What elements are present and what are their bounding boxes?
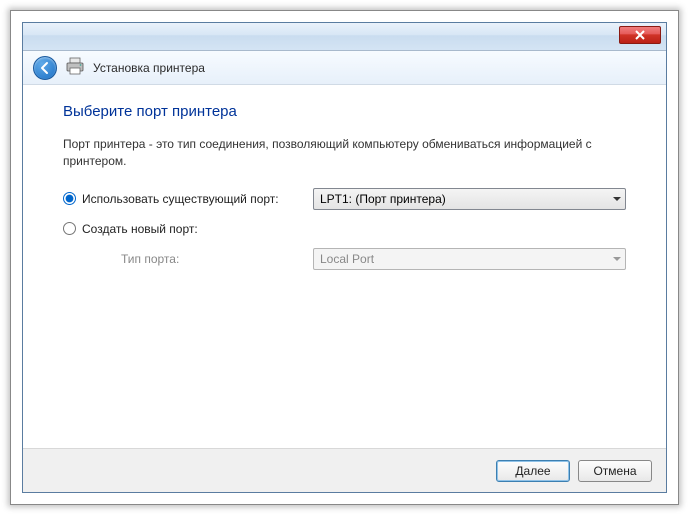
back-arrow-icon [38,61,52,75]
close-button[interactable] [619,26,661,44]
back-button[interactable] [33,56,57,80]
header-title: Установка принтера [93,61,205,75]
port-type-value: Local Port [320,252,613,266]
cancel-button[interactable]: Отмена [578,460,652,482]
radio-create-new-label: Создать новый порт: [82,222,198,236]
wizard-window: Установка принтера Выберите порт принтер… [22,22,667,493]
page-title: Выберите порт принтера [63,103,626,120]
page-description: Порт принтера - это тип соединения, позв… [63,136,626,170]
option-use-existing-row: Использовать существующий порт: LPT1: (П… [63,188,626,210]
existing-port-dropdown[interactable]: LPT1: (Порт принтера) [313,188,626,210]
port-type-dropdown: Local Port [313,248,626,270]
footer-bar: Далее Отмена [23,448,666,492]
close-icon [635,30,645,40]
port-type-label: Тип порта: [121,252,313,266]
radio-create-new[interactable] [63,222,76,235]
radio-use-existing[interactable] [63,192,76,205]
title-bar [23,23,666,51]
chevron-down-icon [613,197,621,201]
port-type-row: Тип порта: Local Port [63,248,626,270]
header-row: Установка принтера [23,51,666,85]
chevron-down-icon [613,257,621,261]
printer-icon [65,57,85,78]
radio-use-existing-label: Использовать существующий порт: [82,192,279,206]
content-area: Выберите порт принтера Порт принтера - э… [23,85,666,448]
option-create-new-row: Создать новый порт: [63,222,626,236]
next-button[interactable]: Далее [496,460,570,482]
existing-port-value: LPT1: (Порт принтера) [320,192,613,206]
